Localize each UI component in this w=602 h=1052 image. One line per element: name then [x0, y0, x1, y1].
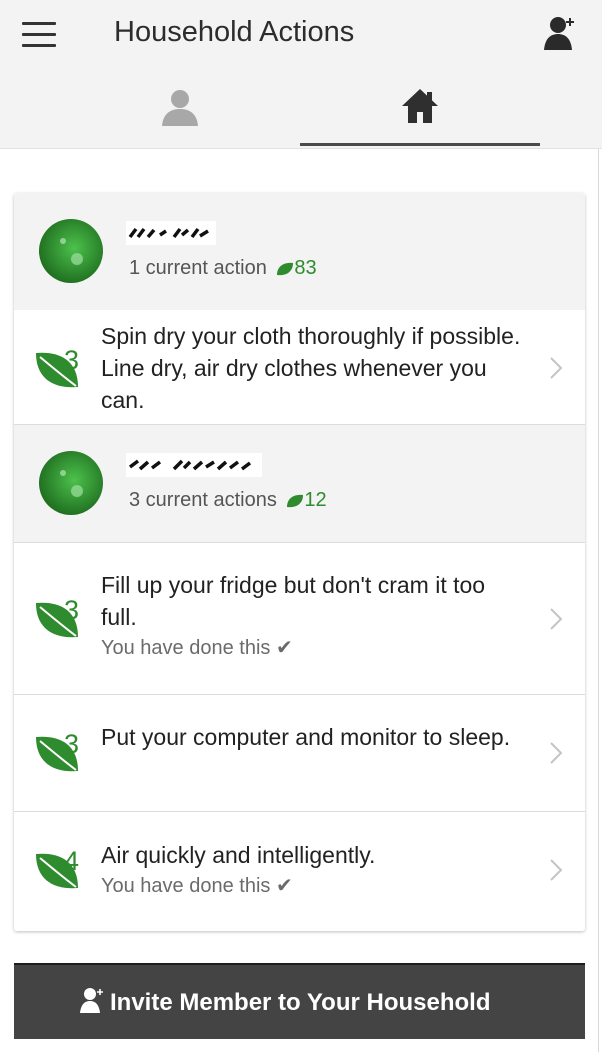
member-header: 3 current actions 12	[14, 425, 585, 543]
current-actions-count: 1 current action	[129, 257, 267, 279]
action-points-badge: 3	[34, 345, 88, 391]
page-title: Household Actions	[114, 16, 355, 48]
member-name-redacted	[126, 221, 216, 245]
action-text: Fill up your fridge but don't cram it to…	[101, 569, 521, 663]
action-points: 3	[64, 729, 80, 759]
chevron-right-icon	[550, 608, 563, 630]
right-edge-divider	[598, 0, 599, 1052]
member-points: 83	[294, 257, 317, 279]
chevron-right-icon	[550, 742, 563, 764]
action-points: 4	[64, 846, 80, 876]
member-points: 12	[304, 489, 327, 511]
action-description: Fill up your fridge but don't cram it to…	[101, 572, 486, 630]
action-description: Air quickly and intelligently.	[101, 842, 376, 868]
leaf-icon	[287, 494, 304, 507]
user-icon	[162, 90, 198, 126]
action-row[interactable]: 3 Put your computer and monitor to sleep…	[14, 695, 585, 812]
household-card: 1 current action 83 3 Spin dry your clot…	[14, 193, 585, 931]
action-points-badge: 4	[34, 846, 88, 892]
hamburger-menu-icon[interactable]	[22, 20, 58, 50]
action-points: 3	[64, 345, 80, 375]
action-description: Spin dry your cloth thoroughly if possib…	[101, 323, 521, 413]
leaf-icon	[277, 262, 294, 275]
member-header: 1 current action 83	[14, 193, 585, 311]
invite-button-label: Invite Member to Your Household	[110, 989, 491, 1016]
avatar	[39, 451, 103, 515]
add-user-icon[interactable]	[540, 14, 580, 54]
action-row[interactable]: 3 Spin dry your cloth thoroughly if poss…	[14, 310, 585, 425]
active-tab-indicator	[300, 143, 540, 146]
action-description: Put your computer and monitor to sleep.	[101, 724, 511, 750]
tab-bar	[0, 68, 602, 149]
tab-personal[interactable]	[60, 68, 300, 146]
action-row[interactable]: 4 Air quickly and intelligently. You hav…	[14, 812, 585, 931]
current-actions-count: 3 current actions	[129, 489, 277, 511]
done-status: You have done this ✔	[101, 637, 293, 659]
chevron-right-icon	[550, 357, 563, 379]
action-row[interactable]: 3 Fill up your fridge but don't cram it …	[14, 543, 585, 695]
action-text: Put your computer and monitor to sleep.	[101, 721, 521, 753]
member-summary: 3 current actions 12	[129, 489, 327, 512]
member-name-redacted	[126, 453, 262, 477]
action-points-badge: 3	[34, 595, 88, 641]
add-user-icon	[80, 988, 103, 1013]
action-points: 3	[64, 595, 80, 625]
avatar	[39, 219, 103, 283]
member-summary: 1 current action 83	[129, 257, 317, 280]
action-points-badge: 3	[34, 729, 88, 775]
invite-member-button[interactable]: Invite Member to Your Household	[14, 963, 585, 1039]
tab-household[interactable]	[300, 68, 540, 146]
done-status: You have done this ✔	[101, 875, 293, 897]
chevron-right-icon	[550, 859, 563, 881]
home-icon	[402, 89, 438, 123]
action-text: Air quickly and intelligently. You have …	[101, 839, 521, 901]
top-app-bar: Household Actions	[0, 0, 602, 68]
action-text: Spin dry your cloth thoroughly if possib…	[101, 320, 521, 416]
